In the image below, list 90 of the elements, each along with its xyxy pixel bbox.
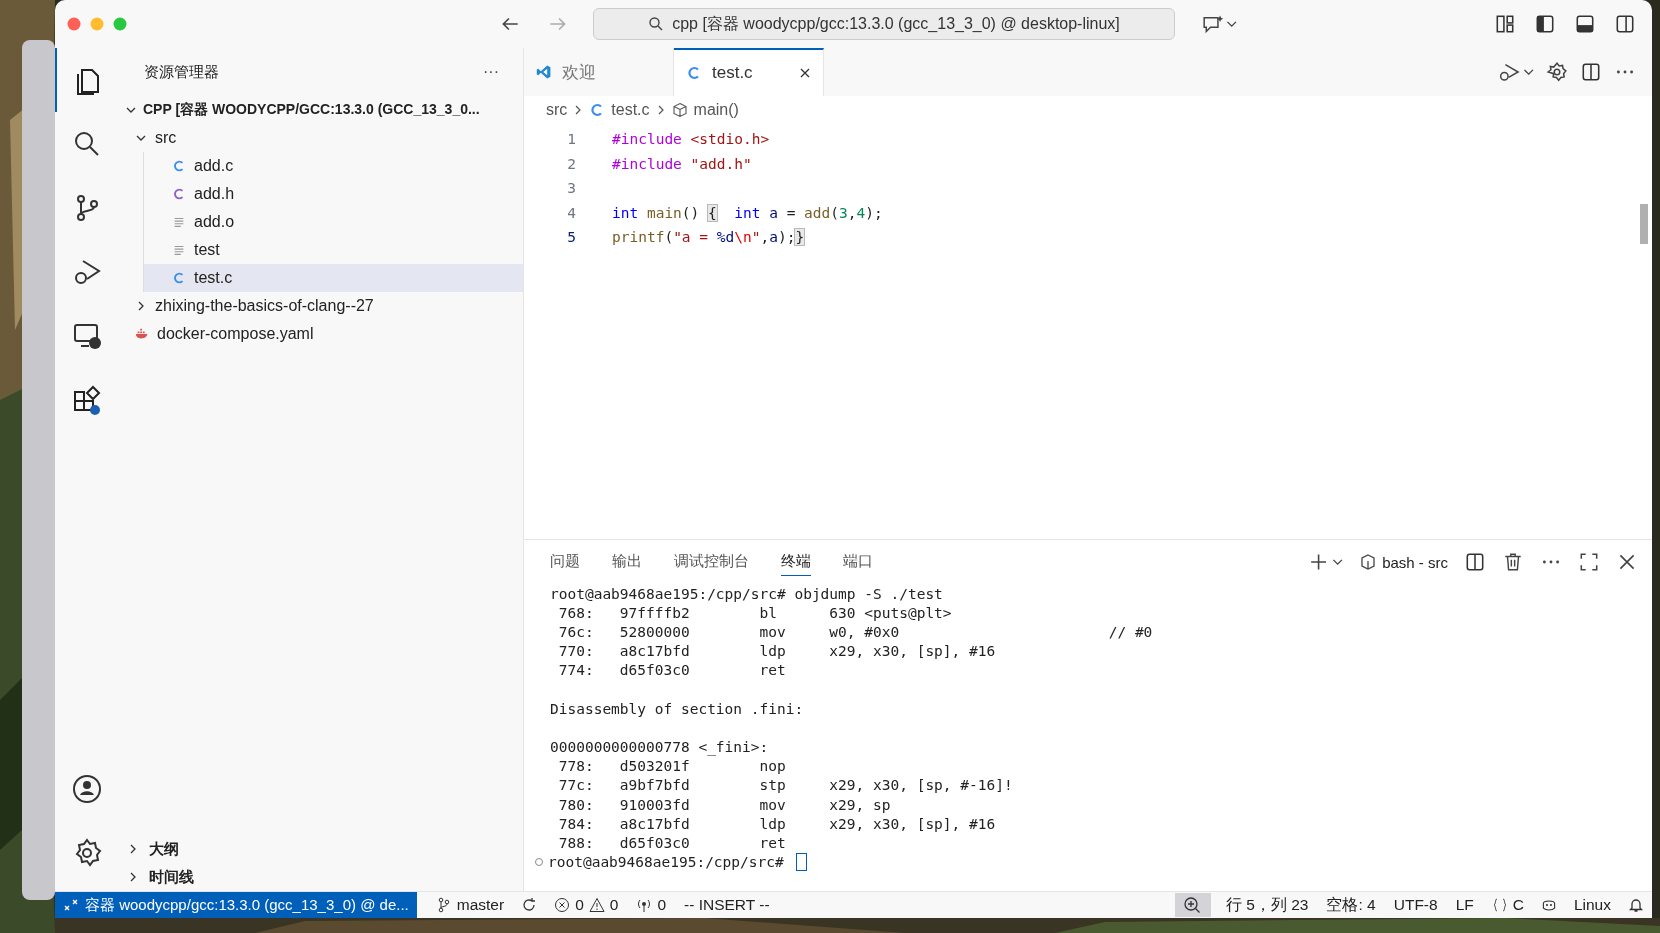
antenna-icon <box>636 897 653 913</box>
cube-icon <box>671 102 688 118</box>
close-window-icon[interactable] <box>67 17 81 31</box>
remote-icon <box>63 897 79 913</box>
trash-icon[interactable] <box>1502 551 1524 573</box>
panel-tab[interactable]: 输出 <box>612 548 642 576</box>
code-line: #include <stdio.h> <box>612 131 770 148</box>
os-indicator[interactable]: Linux <box>1564 896 1620 914</box>
breadcrumb-item[interactable]: test.c <box>611 101 650 119</box>
chat-sparkle-icon[interactable] <box>1201 13 1237 35</box>
run-debug-icon[interactable] <box>1498 61 1534 83</box>
sync-icon[interactable] <box>521 897 538 913</box>
bell-icon[interactable] <box>1628 897 1644 913</box>
tree-item[interactable]: docker-compose.yaml <box>117 320 523 348</box>
whale-icon <box>135 327 149 341</box>
zoom-icon[interactable] <box>1175 893 1211 917</box>
error-icon <box>554 897 571 913</box>
tree-item[interactable]: test.c <box>143 264 523 292</box>
extensions-icon <box>71 384 103 416</box>
code-line: printf("a = %d\n",a);} <box>612 229 805 246</box>
remote-indicator[interactable]: 容器 woodycpp/gcc:13.3.0 (gcc_13_3_0) @ de... <box>55 892 417 918</box>
terminal-line: 0000000000000778 <_fini>: <box>550 739 769 756</box>
split-terminal-icon[interactable] <box>1464 551 1486 573</box>
circle-icon <box>534 857 544 868</box>
line-number: 1 <box>566 131 576 148</box>
more-actions-button[interactable]: ··· <box>479 63 503 81</box>
copilot-icon[interactable] <box>1540 897 1557 913</box>
tree-item[interactable]: zhixing-the-basics-of-clang--27 <box>117 292 523 320</box>
toggle-sidebar-icon[interactable] <box>1534 13 1556 35</box>
terminal-line: 788: d65f03c0 ret <box>557 835 786 852</box>
logo-icon <box>536 64 552 80</box>
panel-tab[interactable]: 端口 <box>843 548 873 576</box>
line-number: 3 <box>566 180 576 197</box>
encoding[interactable]: UTF-8 <box>1384 896 1447 914</box>
language-mode[interactable]: C <box>1482 896 1533 914</box>
toggle-panel-icon[interactable] <box>1574 13 1596 35</box>
account-icon[interactable] <box>71 773 103 805</box>
terminal-line: 784: a8c17bfd ldp x29, x30, [sp], #16 <box>557 815 996 832</box>
tree-item[interactable]: src <box>117 124 523 152</box>
line-number: 4 <box>566 204 576 221</box>
section-header[interactable]: 时间线 <box>117 863 523 891</box>
scrollbar-thumb[interactable] <box>1640 204 1648 244</box>
terminal-prompt: root@aab9468ae195:/cpp/src# <box>548 854 784 871</box>
maximize-panel-icon[interactable] <box>1578 551 1600 573</box>
text-file-icon <box>172 243 186 257</box>
terminal-line: 774: d65f03c0 ret <box>557 662 786 679</box>
branch-indicator[interactable]: master <box>426 896 514 914</box>
cursor-position[interactable]: 行 5，列 23 <box>1217 894 1318 916</box>
indentation[interactable]: 空格: 4 <box>1317 894 1385 916</box>
panel-tab[interactable]: 问题 <box>550 548 580 576</box>
breadcrumb-item[interactable]: src <box>546 101 568 119</box>
panel-tab[interactable]: 终端 <box>781 548 811 576</box>
settings-icon[interactable] <box>1546 61 1568 83</box>
problems-indicator[interactable]: 0 0 <box>545 896 628 914</box>
braces-icon <box>1491 897 1508 913</box>
text-file-icon <box>172 215 186 229</box>
split-editor-icon[interactable] <box>1580 61 1602 83</box>
section-header[interactable]: 大纲 <box>117 835 523 863</box>
terminal-line: 778: d503201f nop <box>557 758 786 775</box>
terminal-line: 768: 97ffffb2 bl 630 <puts@plt> <box>557 604 952 621</box>
terminal-cursor <box>795 853 807 872</box>
terminal-line: 780: 910003fd mov x29, sp <box>557 796 891 813</box>
warning-icon <box>588 897 605 913</box>
c-file-icon <box>172 159 186 173</box>
line-number: 2 <box>566 155 576 172</box>
toggle-secondary-sidebar-icon[interactable] <box>1614 13 1636 35</box>
editor-tab[interactable]: test.c <box>674 48 824 96</box>
terminal-selector[interactable]: bash - src <box>1360 553 1448 571</box>
explorer-title: 资源管理器 <box>144 62 219 82</box>
terminal-line: root@aab9468ae195:/cpp/src# objdump -S ./test <box>550 585 943 602</box>
vim-mode: -- INSERT -- <box>683 896 771 914</box>
c-file-icon <box>172 271 186 285</box>
code-line: #include "add.h" <box>612 155 752 172</box>
breadcrumb-item[interactable]: main() <box>693 101 739 119</box>
line-ending[interactable]: LF <box>1446 896 1483 914</box>
ports-indicator[interactable]: 0 <box>627 896 675 914</box>
code-line: int main() { int a = add(3,4); <box>612 204 883 221</box>
terminal-line: 76c: 52800000 mov w0, #0x0 // #0 <box>557 623 1153 640</box>
command-center-search[interactable]: cpp [容器 woodycpp/gcc:13.3.0 (gcc_13_3_0) @ desktop-linux] <box>593 8 1175 40</box>
layout-icon[interactable] <box>1494 13 1516 35</box>
panel-tab[interactable]: 调试控制台 <box>674 548 749 576</box>
close-icon[interactable] <box>799 67 811 79</box>
terminal-line: 77c: a9bf7bfd stp x29, x30, [sp, #-16]! <box>557 777 1013 794</box>
workspace-root[interactable]: CPP [容器 WOODYCPP/GCC:13.3.0 (GCC_13_3_0... <box>117 96 523 124</box>
c-file-icon <box>172 187 186 201</box>
cube-icon <box>1360 554 1377 570</box>
search-icon <box>648 16 665 32</box>
line-number: 5 <box>566 229 576 246</box>
terminal-line: Disassembly of section .fini: <box>550 700 804 717</box>
terminal-line: 770: a8c17bfd ldp x29, x30, [sp], #16 <box>557 643 996 660</box>
